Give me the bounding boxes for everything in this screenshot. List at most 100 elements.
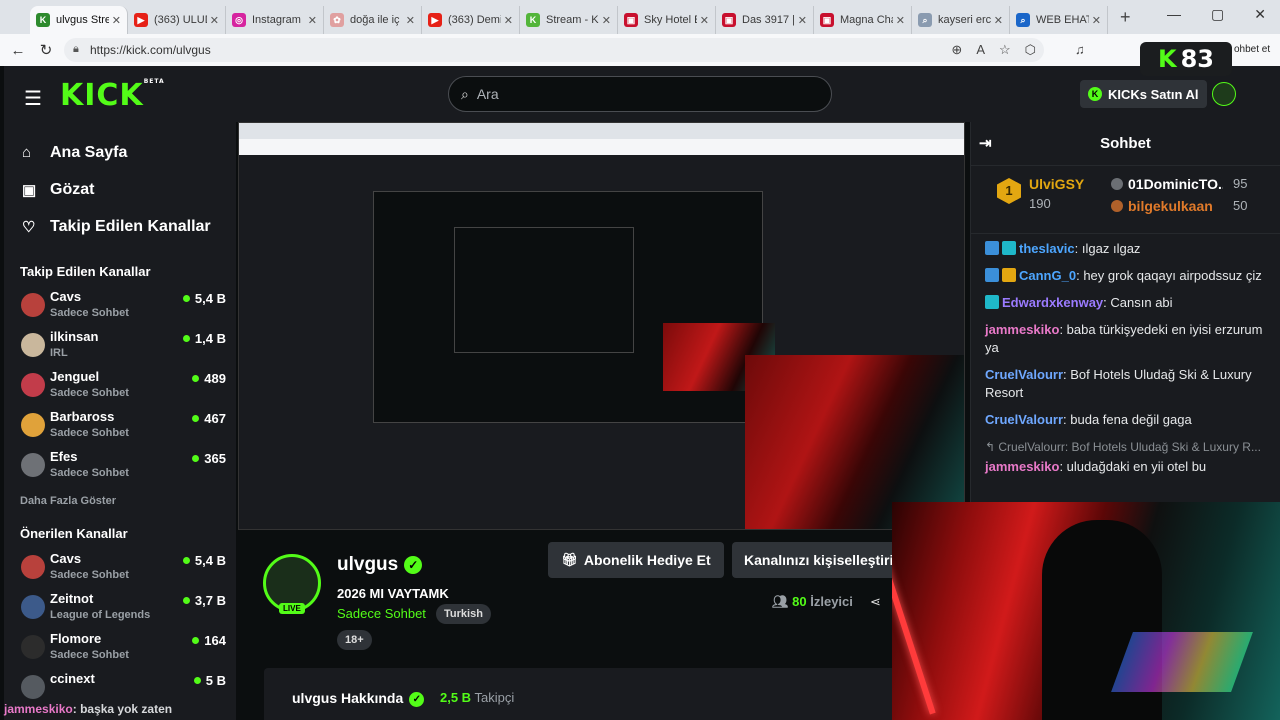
gift-subscription-label: Abonelik Hediye Et: [583, 552, 711, 568]
favorite-star-icon[interactable]: ☆: [999, 42, 1011, 58]
minimize-icon[interactable]: —: [1167, 6, 1181, 23]
browser-tab[interactable]: ◎ Instagram ✕: [226, 6, 324, 34]
browser-tab[interactable]: ▣ Sky Hotel E ✕: [618, 6, 716, 34]
gift-subscription-button[interactable]: 🎁︎ Abonelik Hediye Et: [548, 542, 724, 578]
media-icon[interactable]: ♫: [1075, 42, 1085, 57]
close-window-icon[interactable]: ✕: [1254, 6, 1266, 23]
channel-avatar-small: [21, 293, 45, 317]
chat-badge-icon: [985, 295, 999, 309]
browser-tab[interactable]: ▣ Magna Cha ✕: [814, 6, 912, 34]
new-tab-button[interactable]: +: [1120, 7, 1131, 28]
browser-tab[interactable]: K Stream - K ✕: [520, 6, 618, 34]
tab-title: Stream - K: [546, 14, 599, 26]
chat-message[interactable]: CannG_0: hey grok qaqayı airpodssuz çiz: [985, 267, 1266, 285]
stream-category[interactable]: Sadece Sohbet: [337, 606, 426, 621]
video-player[interactable]: [238, 122, 965, 530]
browser-tab[interactable]: ✿ doğa ile iç ✕: [324, 6, 422, 34]
reload-icon[interactable]: ↻: [32, 41, 60, 59]
sidebar-channel[interactable]: ccinext 5 B: [4, 667, 236, 707]
chat-title: Sohbet: [1100, 135, 1151, 152]
channel-category: Sadece Sohbet: [50, 569, 129, 581]
third-gifter[interactable]: bilgekulkaan: [1111, 198, 1213, 214]
chat-text: uludağdaki en yii otel bu: [1066, 459, 1207, 474]
user-avatar[interactable]: [1212, 82, 1236, 106]
buy-kicks-button[interactable]: K KICKs Satın Al: [1080, 80, 1207, 108]
chat-message[interactable]: theslavic: ılgaz ılgaz: [985, 240, 1266, 258]
chat-badge-icon: [985, 241, 999, 255]
chat-separator: :: [1059, 459, 1067, 474]
sidebar-nav-item[interactable]: ▣ Gözat: [4, 171, 236, 208]
chat-username[interactable]: Edwardxkenway: [1002, 295, 1103, 310]
tab-close-icon[interactable]: ✕: [602, 14, 611, 27]
chat-username[interactable]: CannG_0: [1019, 268, 1076, 283]
kicks-icon: K: [1088, 87, 1102, 101]
tab-close-icon[interactable]: ✕: [406, 14, 415, 27]
sidebar-channel[interactable]: Efes Sadece Sohbet 365: [4, 445, 236, 485]
tab-favicon-icon: ▶: [134, 13, 148, 27]
chat-username[interactable]: jammeskiko: [985, 459, 1059, 474]
about-panel: ulvgus Hakkında ✓ 2,5 B Takipçi: [264, 668, 970, 720]
read-aloud-icon[interactable]: A: [976, 42, 985, 58]
show-more-link[interactable]: Daha Fazla Göster: [4, 487, 236, 515]
chat-message[interactable]: CruelValourr: Bof Hotels Uludağ Ski & Lu…: [985, 366, 1266, 402]
address-bar: ← ↻ 🔒︎ https://kick.com/ulvgus ⊕ A ☆ ⬡ ♫…: [0, 34, 1280, 66]
tab-close-icon[interactable]: ✕: [1092, 14, 1101, 27]
viewer-count: 👥︎ 80 İzleyici: [772, 594, 853, 610]
sidebar-channel[interactable]: ilkinsan IRL 1,4 B: [4, 325, 236, 365]
top-gifter-name[interactable]: UlviGSY: [1029, 176, 1084, 192]
channel-avatar[interactable]: LIVE: [263, 554, 321, 614]
tab-close-icon[interactable]: ✕: [896, 14, 905, 27]
chat-message[interactable]: CruelValourr: buda fena değil gaga: [985, 411, 1266, 429]
sidebar-channel[interactable]: Jenguel Sadece Sohbet 489: [4, 365, 236, 405]
tab-close-icon[interactable]: ✕: [210, 14, 219, 27]
tab-close-icon[interactable]: ✕: [112, 14, 121, 27]
browser-tab[interactable]: ▶ (363) Demi ✕: [422, 6, 520, 34]
viewer-label: İzleyici: [810, 594, 853, 609]
browser-tab[interactable]: Kulvgus Stre ✕: [30, 6, 128, 34]
maximize-icon[interactable]: ▢: [1211, 6, 1224, 23]
second-gifter[interactable]: 01DominicTO...: [1111, 176, 1223, 192]
browser-tab[interactable]: ⌕ kayseri erc ✕: [912, 6, 1010, 34]
chat-message[interactable]: jammeskiko: baba türkişyedeki en iyisi e…: [985, 321, 1266, 357]
search-input[interactable]: ⌕ Ara: [448, 76, 832, 112]
language-tag[interactable]: Turkish: [436, 604, 491, 624]
chat-username[interactable]: jammeskiko: [985, 322, 1059, 337]
chat-username[interactable]: CruelValourr: [985, 412, 1063, 427]
chat-message[interactable]: Edwardxkenway: Cansın abi: [985, 294, 1266, 312]
extensions-icon[interactable]: ⬡: [1025, 42, 1036, 58]
zoom-icon[interactable]: ⊕: [951, 42, 962, 58]
tab-close-icon[interactable]: ✕: [700, 14, 709, 27]
tab-close-icon[interactable]: ✕: [504, 14, 513, 27]
browser-tab[interactable]: ▣ Das 3917 | ✕: [716, 6, 814, 34]
sidebar-channel[interactable]: Zeitnot League of Legends 3,7 B: [4, 587, 236, 627]
tab-close-icon[interactable]: ✕: [798, 14, 807, 27]
channel-name[interactable]: ulvgus ✓: [337, 554, 423, 576]
share-icon[interactable]: ⋖: [870, 594, 881, 610]
sidebar-channel[interactable]: Flomore Sadece Sohbet 164: [4, 627, 236, 667]
sidebar-channel[interactable]: Cavs Sadece Sohbet 5,4 B: [4, 547, 236, 587]
chat-text: ılgaz ılgaz: [1081, 241, 1141, 256]
browser-tab[interactable]: ▶ (363) ULUD✕: [128, 6, 226, 34]
channel-avatar-small: [21, 675, 45, 699]
url-field[interactable]: 🔒︎ https://kick.com/ulvgus ⊕ A ☆ ⬡: [64, 38, 1044, 62]
tab-close-icon[interactable]: ✕: [994, 14, 1003, 27]
browser-tab[interactable]: ⌕ WEB EHATİ✕: [1010, 6, 1108, 34]
collapse-chat-icon[interactable]: ⇥: [979, 134, 992, 152]
channel-viewers: 5 B: [194, 673, 226, 688]
chat-username[interactable]: CruelValourr: [985, 367, 1063, 382]
menu-icon[interactable]: ☰: [24, 86, 42, 111]
channel-avatar-small: [21, 555, 45, 579]
back-icon[interactable]: ←: [4, 42, 32, 59]
light-bar: [892, 541, 936, 715]
sidebar-nav-item[interactable]: ⌂ Ana Sayfa: [4, 134, 236, 171]
kick-logo[interactable]: KICKBETA: [60, 78, 165, 113]
tab-close-icon[interactable]: ✕: [308, 14, 317, 27]
sidebar-channel[interactable]: Cavs Sadece Sohbet 5,4 B: [4, 285, 236, 325]
sidebar: ⌂ Ana Sayfa ▣ Gözat ♡ Takip Edilen Kanallar T…: [4, 122, 236, 720]
sidebar-nav-item[interactable]: ♡ Takip Edilen Kanallar: [4, 208, 236, 245]
home-icon: ⌂: [22, 144, 32, 161]
overlay-chat-text: başka yok zaten: [80, 702, 173, 716]
chat-username[interactable]: theslavic: [1019, 241, 1075, 256]
chat-message[interactable]: ↰ CruelValourr: Bof Hotels Uludağ Ski & …: [985, 438, 1266, 476]
sidebar-channel[interactable]: Barbaross Sadece Sohbet 467: [4, 405, 236, 445]
